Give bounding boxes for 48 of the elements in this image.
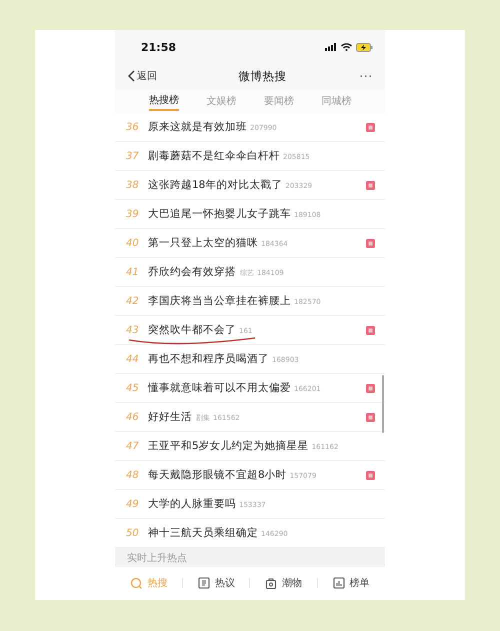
rank-number: 43 <box>126 324 140 336</box>
back-icon <box>128 70 135 82</box>
rank-number: 36 <box>126 122 140 132</box>
topic-title: 大巴追尾一怀抱婴儿女子跳车 <box>148 207 291 221</box>
topic-title: 大学的人脉重要吗 <box>148 497 236 511</box>
topic-title: 这张跨越18年的对比太戳了 <box>148 178 282 192</box>
rank-number: 39 <box>126 208 140 220</box>
rank-number: 38 <box>126 180 140 190</box>
topic-title: 第一只登上太空的猫咪 <box>148 236 258 250</box>
bottom-tab[interactable]: 榜单 <box>332 576 370 590</box>
signal-icon <box>325 43 337 51</box>
topic-title: 懂事就意味着可以不用太偏爱 <box>148 381 291 395</box>
document-icon <box>198 577 210 589</box>
topic-title: 剧毒蘑菇不是红伞伞白杆杆 <box>148 149 280 163</box>
topic-title: 突然吹牛都不会了 <box>148 323 236 337</box>
rank-number: 48 <box>126 470 140 480</box>
more-button[interactable]: ··· <box>360 70 373 82</box>
topic-title: 原来这就是有效加班 <box>148 120 247 134</box>
topic-title: 每天戴隐形眼镜不宜超8小时 <box>148 468 287 482</box>
rank-number: 37 <box>126 150 140 162</box>
rank-number: 46 <box>126 412 140 422</box>
rank-number: 49 <box>126 498 140 510</box>
bottom-tab[interactable]: 热议 <box>198 576 235 590</box>
rank-number: 40 <box>126 238 140 248</box>
topic-title: 王亚平和5岁女儿约定为她摘星星 <box>148 439 309 453</box>
rank-number: 50 <box>126 528 140 538</box>
rank-number: 47 <box>126 440 140 452</box>
section-label: 实时上升热点 <box>127 552 188 565</box>
rank-number: 42 <box>126 296 140 306</box>
rank-number: 44 <box>126 354 140 364</box>
rank-number: 41 <box>126 266 140 278</box>
topic-title: 乔欣约会有效穿搭 <box>148 265 236 279</box>
bag-icon <box>265 577 278 589</box>
wifi-icon <box>341 43 352 51</box>
topic-title: 再也不想和程序员喝酒了 <box>148 352 269 366</box>
topic-title: 好好生活 <box>148 410 192 424</box>
rank-number: 45 <box>126 382 140 394</box>
topic-title: 李国庆将当当公章挂在裤腰上 <box>148 294 291 308</box>
search-icon <box>130 577 142 589</box>
topic-title: 神十三航天员乘组确定 <box>148 526 258 540</box>
battery-icon <box>356 42 373 52</box>
status-time: 21:58 <box>141 40 176 54</box>
tab[interactable]: 热搜榜 <box>148 91 179 111</box>
chart-icon <box>332 577 345 589</box>
back-button[interactable]: 返回 <box>128 69 157 83</box>
bottom-tab[interactable]: 潮物 <box>265 576 302 590</box>
scrollbar <box>382 375 384 433</box>
page-title: 微博热搜 <box>238 68 286 84</box>
